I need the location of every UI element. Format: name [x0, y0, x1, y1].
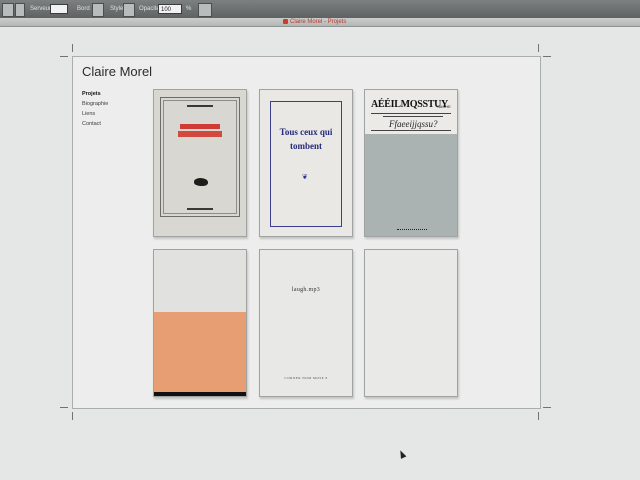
document-icon — [283, 19, 288, 24]
app-toolbar: Serveur Bord Style Opacité 100 % — [0, 0, 640, 19]
toolbar-swatch-button[interactable] — [123, 3, 135, 17]
project-card-2[interactable]: Tous ceux qui tombent ❦ — [259, 89, 353, 237]
cover-stamp — [397, 229, 427, 234]
toolbar-label: Bord — [77, 6, 90, 12]
document-title: Claire Morel - Projets — [290, 19, 347, 25]
project-card-5[interactable]: laugh.mp3 CORNER NOM MOSE 8 — [259, 249, 353, 397]
project-card-1[interactable] — [153, 89, 247, 237]
crop-mark — [72, 412, 73, 420]
crop-mark — [543, 56, 551, 57]
site-title[interactable]: Claire Morel — [82, 64, 152, 79]
crop-mark — [538, 412, 539, 420]
document-titlebar: Claire Morel - Projets — [0, 18, 640, 27]
site-nav: Projets Biographie Liens Contact — [82, 89, 108, 129]
publisher-logo-icon: ❦ — [302, 174, 308, 181]
cover-rule — [383, 116, 443, 117]
nav-item-projets[interactable]: Projets — [82, 89, 108, 99]
bird-icon — [194, 178, 208, 186]
cover-title: laugh.mp3 — [291, 287, 321, 293]
toolbar-action-button[interactable] — [198, 3, 212, 17]
project-card-3[interactable]: AÉÉILMQSSTUY SACHE Ffaeeijjqssu? — [364, 89, 458, 237]
toolbar-input[interactable] — [50, 4, 68, 14]
toolbar-swatch-button[interactable] — [92, 3, 104, 17]
crop-mark — [72, 44, 73, 52]
crop-mark — [543, 407, 551, 408]
toolbar-label: % — [186, 6, 192, 12]
nav-item-liens[interactable]: Liens — [82, 109, 108, 119]
crop-mark — [538, 44, 539, 52]
nav-item-biographie[interactable]: Biographie — [82, 99, 108, 109]
toolbar-tool-button[interactable] — [15, 3, 25, 17]
cover-subtitle: SACHE — [437, 104, 451, 109]
project-card-4[interactable] — [153, 249, 247, 397]
cover-black-band — [154, 392, 246, 396]
cover-title: Tous ceux qui tombent — [279, 127, 333, 151]
toolbar-label: Style — [110, 6, 124, 12]
cover-rule — [371, 130, 451, 131]
crop-mark — [60, 56, 68, 57]
nav-item-contact[interactable]: Contact — [82, 119, 108, 129]
cover-grey-panel — [365, 134, 457, 236]
crop-mark — [60, 407, 68, 408]
cover-footer: CORNER NOM MOSE 8 — [284, 376, 328, 380]
toolbar-tool-button[interactable] — [2, 3, 14, 17]
cover-orange-block — [154, 312, 246, 392]
cover-red-title-graphic — [176, 122, 224, 142]
toolbar-label: Opacité — [139, 6, 160, 12]
cover-inner-frame — [163, 100, 237, 214]
cover-rule — [371, 113, 451, 114]
cover-rule — [187, 208, 213, 210]
cover-script-specimen: Ffaeeijjqssu? — [389, 119, 438, 129]
toolbar-label: Serveur — [30, 6, 52, 12]
cover-rule — [187, 105, 213, 107]
cover-frame — [270, 101, 342, 227]
project-card-6[interactable] — [364, 249, 458, 397]
opacity-input[interactable]: 100 — [158, 4, 182, 14]
